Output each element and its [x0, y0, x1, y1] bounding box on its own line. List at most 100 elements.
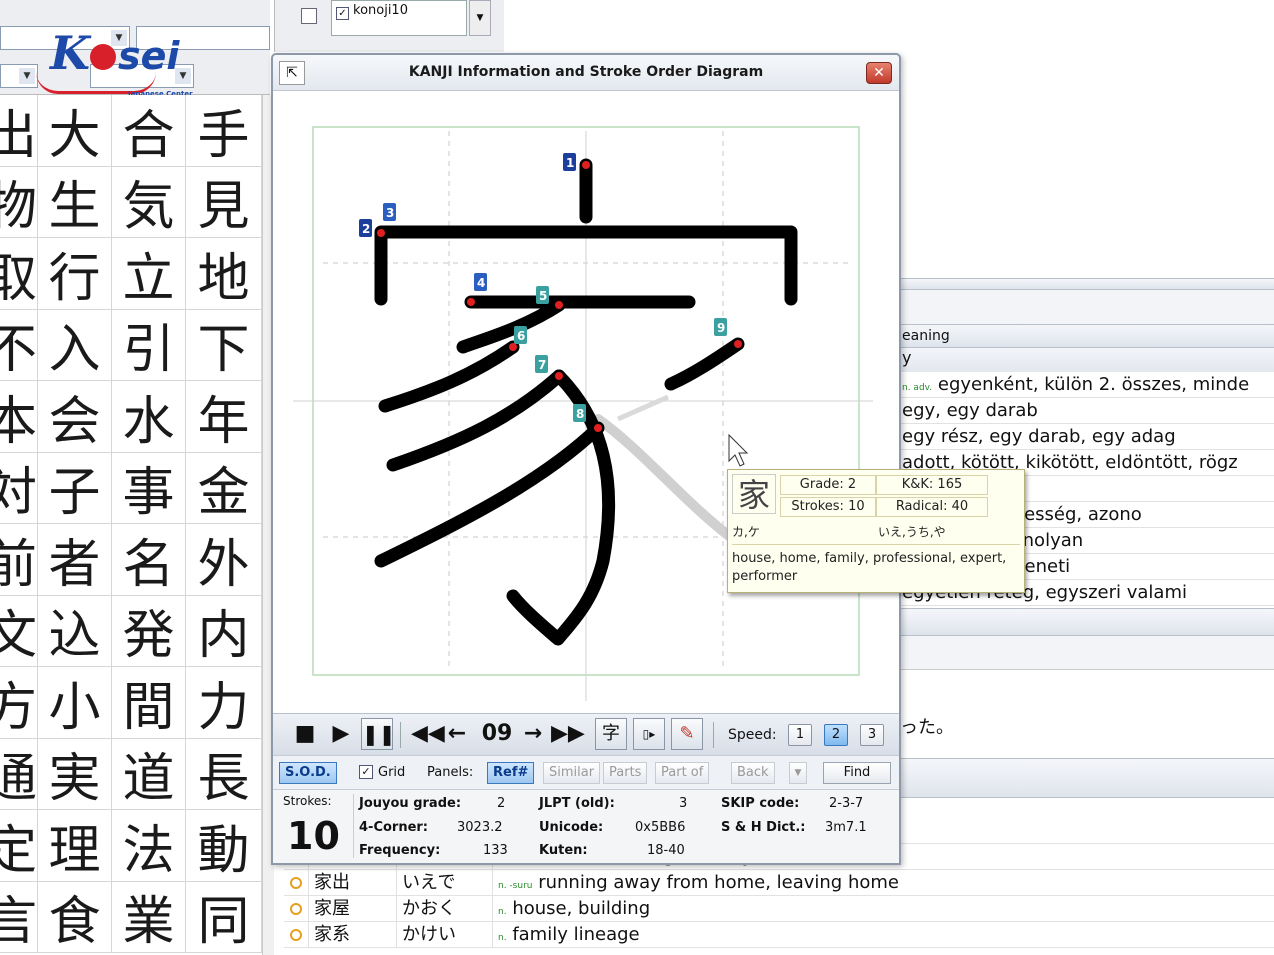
stroke-9-ghost — [616, 394, 670, 422]
list-scroll-down-icon[interactable]: ▼ — [469, 0, 491, 36]
prev-frame-icon[interactable]: ← — [445, 719, 469, 749]
kanji-grid-cell[interactable]: 気 — [112, 166, 186, 238]
kanji-grid-cell[interactable]: 引 — [112, 309, 186, 381]
kanji-grid-cell[interactable]: 動 — [186, 810, 262, 882]
brush-button[interactable]: ✎ — [671, 718, 703, 750]
kanji-grid-cell[interactable]: 前 — [0, 524, 38, 596]
find-button[interactable]: Find — [823, 762, 891, 784]
stroke-5 — [456, 298, 566, 354]
kanji-view-button[interactable]: 字 — [595, 718, 627, 750]
sod-button[interactable]: S.O.D. — [279, 762, 337, 784]
table-row[interactable]: 家屋 かおく n. house, building — [284, 896, 1274, 922]
kanji-grid-cell[interactable]: 内 — [186, 595, 262, 667]
kanji-grid-cell[interactable]: 事 — [112, 452, 186, 524]
kanji-grid-cell[interactable]: 長 — [186, 738, 262, 810]
kanji-grid-cell[interactable]: 取 — [0, 238, 38, 310]
kanji-grid-cell[interactable]: 間 — [112, 667, 186, 739]
kanji-grid-cell[interactable]: 物 — [0, 166, 38, 238]
kanji-grid-cell[interactable]: 名 — [112, 524, 186, 596]
stroke-numbers-button[interactable]: ▯▸ — [633, 718, 665, 750]
part-of-button[interactable]: Part of — [655, 762, 710, 784]
kanji-grid-cell[interactable]: 出 — [0, 95, 38, 167]
kanji-grid-cell[interactable]: 年 — [186, 381, 262, 453]
parts-button[interactable]: Parts — [603, 762, 648, 784]
badge-8: 8 — [576, 407, 584, 421]
list-group-header: y — [898, 348, 1274, 372]
kanji-grid-cell[interactable]: 力 — [186, 667, 262, 739]
kanji-grid-cell[interactable]: 発 — [112, 595, 186, 667]
last-frame-icon[interactable]: ▶▶ — [551, 719, 585, 749]
kanji-grid-cell[interactable]: 下 — [186, 309, 262, 381]
kanji-grid-cell[interactable]: 理 — [38, 810, 112, 882]
dialog-titlebar[interactable]: ⇱ KANJI Information and Stroke Order Dia… — [273, 55, 899, 91]
part-of-speech: n. — [498, 933, 507, 943]
kanji-grid-cell[interactable]: 立 — [112, 238, 186, 310]
kanji-grid-cell[interactable]: 同 — [186, 881, 262, 953]
unicode-value: 0x5BB6 — [635, 820, 686, 835]
kanji-grid-cell[interactable]: 合 — [112, 95, 186, 167]
pause-button[interactable]: ❚❚ — [361, 718, 396, 750]
kanji-grid-cell[interactable]: 外 — [186, 524, 262, 596]
kanji-grid-cell[interactable]: 法 — [112, 810, 186, 882]
kosei-logo: K sei Japanese Center — [30, 28, 200, 100]
kanji-grid-cell[interactable]: 道 — [112, 738, 186, 810]
table-row[interactable]: 家系 かけい n. family lineage — [284, 922, 1274, 948]
badge-2: 2 — [362, 222, 370, 236]
kanji-grid-cell[interactable]: 者 — [38, 524, 112, 596]
kanji-grid-cell[interactable]: 水 — [112, 381, 186, 453]
option-checkbox[interactable] — [301, 8, 317, 24]
kanji-grid-cell[interactable]: 手 — [186, 95, 262, 167]
table-row[interactable]: 家出 いえで n. -suru running away from home, le… — [284, 870, 1274, 896]
kanji-grid-cell[interactable]: 行 — [38, 238, 112, 310]
sh-dict-label: S & H Dict.: — [721, 820, 806, 835]
back-dropdown-icon[interactable]: ▼ — [789, 762, 807, 784]
kanji-grid-cell[interactable]: 子 — [38, 452, 112, 524]
separator — [713, 722, 714, 748]
speed-2-button[interactable]: 2 — [824, 724, 848, 746]
close-button[interactable]: ✕ — [866, 62, 892, 84]
kanji-grid-cell[interactable]: 食 — [38, 881, 112, 953]
ref-button[interactable]: Ref# — [487, 762, 535, 784]
kanji-grid-cell[interactable]: 地 — [186, 238, 262, 310]
kanji-grid-cell[interactable]: 方 — [0, 667, 38, 739]
dialog-title: KANJI Information and Stroke Order Diagr… — [408, 64, 764, 80]
speed-1-button[interactable]: 1 — [788, 724, 812, 746]
kanji-grid-cell[interactable]: 不 — [0, 309, 38, 381]
grid-checkbox[interactable]: ✓ — [359, 765, 373, 779]
next-frame-icon[interactable]: → — [521, 719, 545, 749]
kanji-grid-cell[interactable]: 実 — [38, 738, 112, 810]
konoji10-checkbox[interactable]: ✓ — [336, 7, 349, 20]
list-item[interactable]: egy rész, egy darab, egy adag — [898, 424, 1274, 450]
similar-button[interactable]: Similar — [543, 762, 601, 784]
skip-code-value: 2-3-7 — [829, 796, 864, 811]
speed-3-button[interactable]: 3 — [860, 724, 884, 746]
kuten-label: Kuten: — [539, 843, 588, 858]
first-frame-icon[interactable]: ◀◀ — [411, 719, 445, 749]
play-icon[interactable]: ▶ — [329, 719, 353, 749]
kanji-grid-cell[interactable]: 大 — [38, 95, 112, 167]
list-item[interactable]: n. adv. egyenként, külön 2. összes, mind… — [898, 372, 1274, 398]
kanji-grid-cell[interactable]: 業 — [112, 881, 186, 953]
kanji-grid-cell[interactable]: 本 — [0, 381, 38, 453]
kanji-grid-cell[interactable]: 生 — [38, 166, 112, 238]
kanji-grid-cell[interactable]: 会 — [38, 381, 112, 453]
tooltip-strokes: Strokes: 10 — [780, 497, 876, 517]
kanji-grid-cell[interactable]: 対 — [0, 452, 38, 524]
kanji-info-dialog: ⇱ KANJI Information and Stroke Order Dia… — [271, 53, 901, 865]
column-header-meaning[interactable]: eaning — [898, 324, 1274, 348]
pane-divider-3 — [898, 758, 1274, 798]
kanji-grid-cell[interactable]: 金 — [186, 452, 262, 524]
kanji-grid-cell[interactable]: 言 — [0, 881, 38, 953]
stop-icon[interactable]: ■ — [293, 719, 317, 749]
dictionary-list[interactable]: ✓ konoji10 — [331, 0, 467, 36]
kanji-grid-cell[interactable]: 通 — [0, 738, 38, 810]
back-button[interactable]: Back — [731, 762, 775, 784]
kanji-grid-cell[interactable]: 小 — [38, 667, 112, 739]
jouyou-label: Jouyou grade: — [359, 796, 462, 811]
kanji-grid-cell[interactable]: 見 — [186, 166, 262, 238]
kanji-grid-cell[interactable]: 定 — [0, 810, 38, 882]
kanji-grid-cell[interactable]: 文 — [0, 595, 38, 667]
kanji-grid-cell[interactable]: 込 — [38, 595, 112, 667]
kanji-grid-cell[interactable]: 入 — [38, 309, 112, 381]
list-item[interactable]: egy, egy darab — [898, 398, 1274, 424]
